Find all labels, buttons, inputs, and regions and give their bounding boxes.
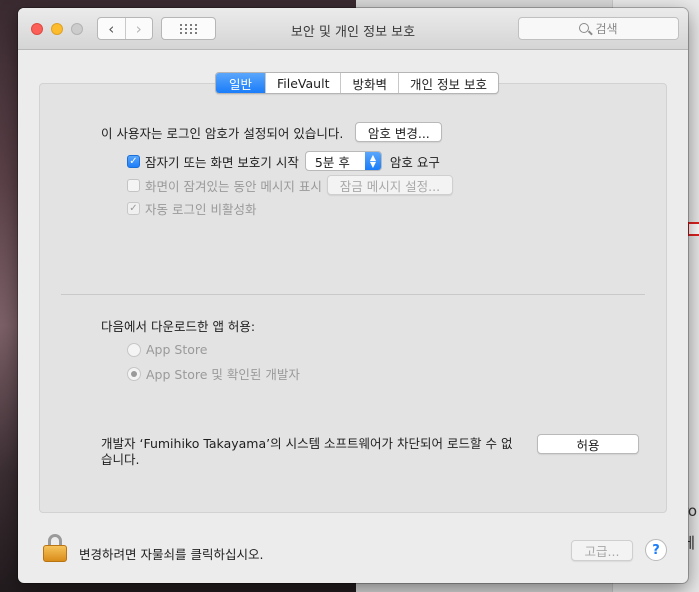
password-status-text: 이 사용자는 로그인 암호가 설정되어 있습니다. [101, 125, 344, 141]
blocked-message: 개발자 ‘Fumihiko Takayama’의 시스템 소프트웨어가 차단되어… [101, 436, 521, 468]
password-delay-select[interactable]: 5분 후 ▲ ▼ [304, 151, 382, 171]
minimize-button[interactable] [51, 23, 63, 35]
section-divider [61, 294, 645, 295]
grid-icon [179, 23, 198, 34]
advanced-button[interactable]: 고급... [571, 540, 633, 561]
radio-identified-label: App Store 및 확인된 개발자 [146, 367, 300, 382]
tab-filevault[interactable]: FileVault [265, 73, 340, 93]
require-password-label: 잠자기 또는 화면 보호기 시작 [145, 154, 299, 170]
blocked-message-line: 개발자 ‘Fumihiko Takayama’의 시스템 소프트웨어가 차단되어… [101, 436, 513, 451]
search-icon [579, 22, 590, 33]
allow-button[interactable]: 허용 [537, 434, 639, 454]
radio-app-store-label: App Store [146, 342, 208, 357]
require-password-checkbox[interactable]: ✓ [127, 154, 140, 168]
tab-general[interactable]: 일반 [216, 73, 266, 93]
radio-identified-developers[interactable] [127, 366, 141, 381]
show-all-button[interactable] [161, 17, 216, 40]
select-arrows-icon: ▲ ▼ [364, 152, 381, 170]
disable-autologin-label: 자동 로그인 비활성화 [145, 202, 257, 217]
background-red-box [687, 222, 699, 236]
radio-app-store-row: App Store [127, 342, 207, 357]
require-password-row: ✓ 잠자기 또는 화면 보호기 시작 5분 후 ▲ ▼ 암호 요구 [127, 151, 440, 171]
radio-identified-row: App Store 및 확인된 개발자 [127, 364, 300, 383]
forward-button[interactable]: › [124, 18, 153, 39]
downloads-heading: 다음에서 다운로드한 앱 허용: [101, 319, 256, 334]
radio-app-store[interactable] [127, 342, 141, 357]
close-button[interactable] [31, 23, 43, 35]
password-delay-value: 5분 후 [314, 154, 350, 170]
tab-privacy[interactable]: 개인 정보 보호 [398, 73, 498, 93]
navigation-group: ‹ › [97, 17, 153, 40]
chevron-left-icon: ‹ [108, 19, 115, 38]
tab-firewall[interactable]: 방화벽 [340, 73, 398, 93]
back-button[interactable]: ‹ [98, 18, 125, 39]
set-lock-message-button[interactable]: 잠금 메시지 설정... [326, 175, 453, 195]
change-password-button[interactable]: 암호 변경... [355, 122, 443, 142]
show-message-checkbox[interactable] [127, 178, 140, 192]
show-message-row: 화면이 잠겨있는 동안 메시지 표시 잠금 메시지 설정... [127, 175, 453, 195]
password-row: 이 사용자는 로그인 암호가 설정되어 있습니다. 암호 변경... [101, 122, 443, 142]
preferences-window: ‹ › 보안 및 개인 정보 보호 검색 일반 FileVault 방화벽 개인… [18, 8, 688, 583]
search-field[interactable]: 검색 [518, 17, 679, 40]
require-password-suffix: 암호 요구 [389, 154, 440, 170]
lock-icon[interactable] [43, 534, 67, 562]
window-title: 보안 및 개인 정보 보호 [290, 25, 416, 40]
titlebar: ‹ › 보안 및 개인 정보 보호 검색 [18, 8, 688, 50]
search-placeholder: 검색 [595, 22, 618, 36]
disable-autologin-checkbox[interactable]: ✓ [127, 202, 140, 215]
downloads-heading-row: 다음에서 다운로드한 앱 허용: [101, 316, 255, 335]
show-message-label: 화면이 잠겨있는 동안 메시지 표시 [145, 178, 322, 194]
zoom-button[interactable] [71, 23, 83, 35]
lock-hint-text: 변경하려면 자물쇠를 클릭하십시오. [79, 547, 264, 562]
general-panel: 이 사용자는 로그인 암호가 설정되어 있습니다. 암호 변경... ✓ 잠자기… [39, 83, 667, 513]
blocked-message-line: 습니다. [101, 452, 140, 467]
disable-autologin-row: ✓ 자동 로그인 비활성화 [127, 199, 256, 218]
tab-bar: 일반 FileVault 방화벽 개인 정보 보호 [215, 72, 499, 94]
chevron-right-icon: › [135, 19, 142, 38]
help-button[interactable]: ? [645, 539, 667, 561]
